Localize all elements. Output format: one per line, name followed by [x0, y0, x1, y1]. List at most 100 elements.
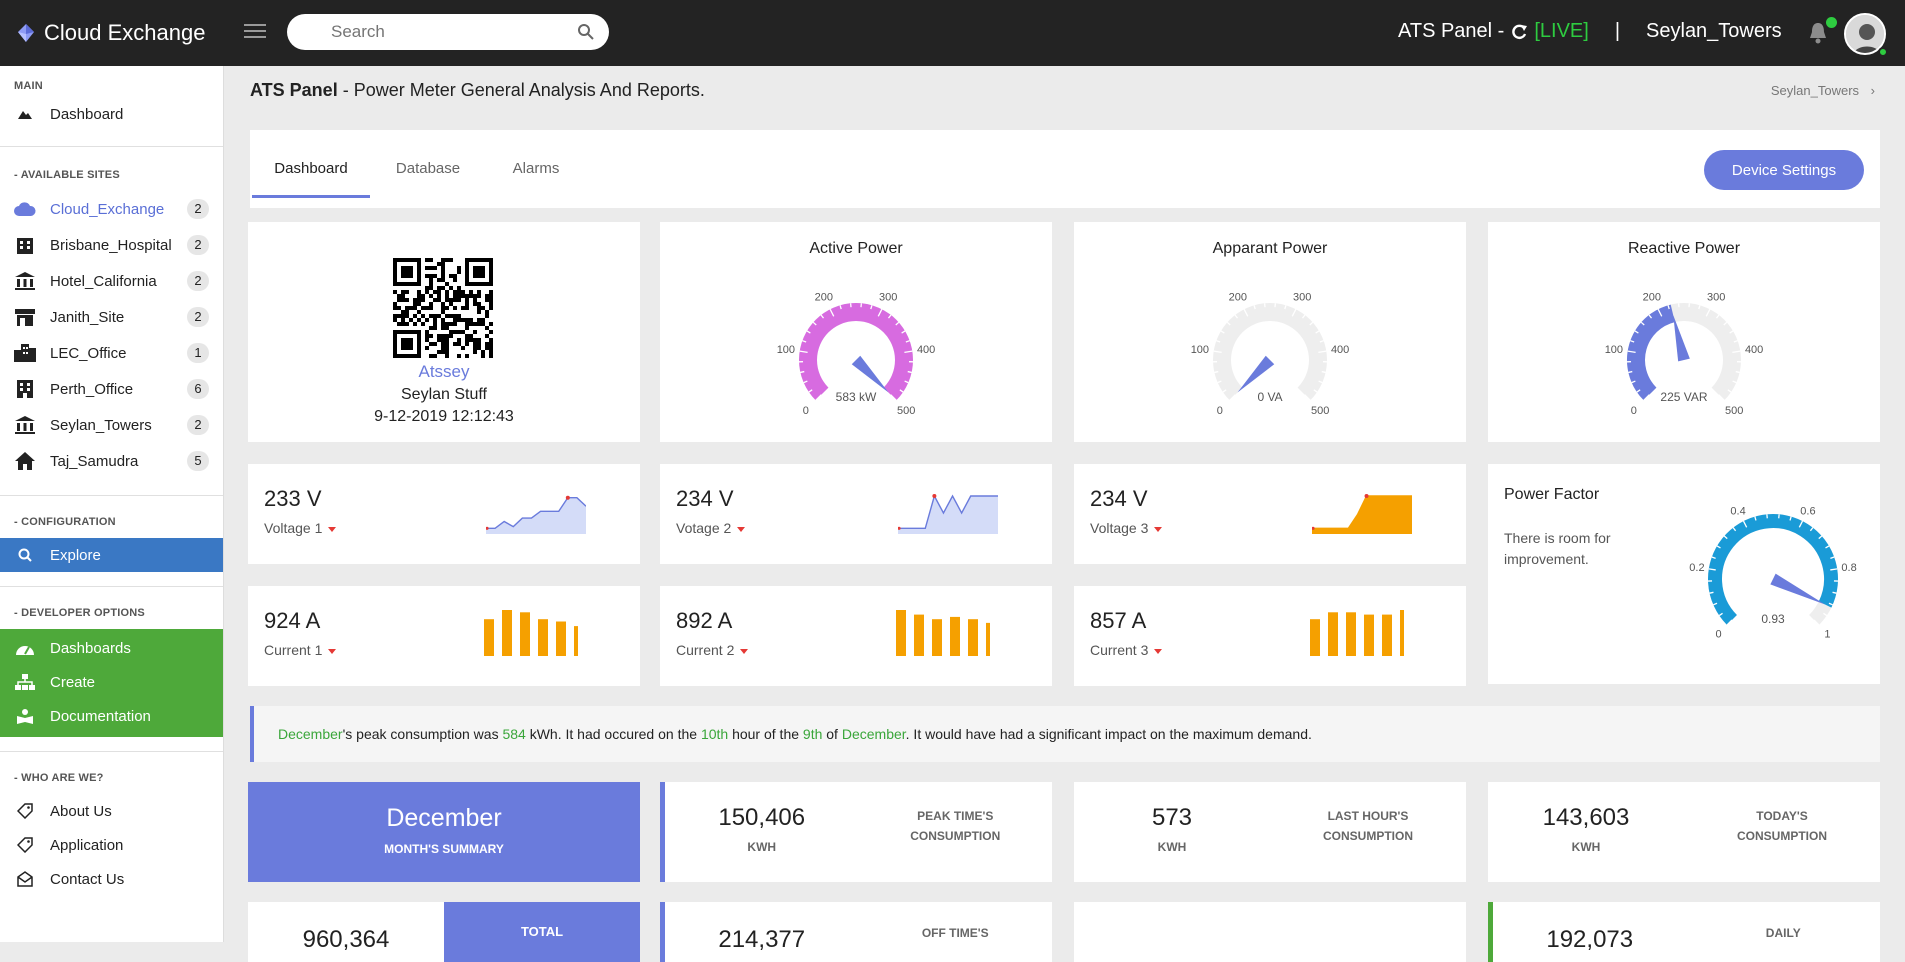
sidebar-item-create[interactable]: Create	[0, 665, 223, 699]
sidebar-item-seylan-towers[interactable]: Seylan_Towers 2	[0, 407, 223, 443]
qr-module	[449, 314, 453, 318]
sidebar-item-label: Dashboards	[50, 640, 131, 657]
voltage-label[interactable]: Voltage 3	[1090, 520, 1162, 536]
qr-module	[469, 322, 473, 326]
voltage-card-3: 234 V Voltage 3	[1074, 464, 1466, 564]
qr-module	[489, 302, 493, 306]
voltage-value: 234 V	[1090, 486, 1148, 512]
qr-module	[401, 290, 405, 294]
search-icon[interactable]	[577, 23, 595, 41]
pf-readout: 0.93	[1761, 612, 1785, 626]
sidebar-item-contact[interactable]: Contact Us	[0, 862, 223, 896]
search-input[interactable]	[331, 22, 595, 42]
sidebar-item-application[interactable]: Application	[0, 828, 223, 862]
qr-module	[425, 330, 429, 334]
voltage-label[interactable]: Votage 2	[676, 520, 745, 536]
sidebar-item-dashboards[interactable]: Dashboards	[0, 631, 223, 665]
device-settings-button[interactable]: Device Settings	[1704, 150, 1864, 190]
qr-module	[405, 310, 409, 314]
qr-module	[397, 322, 401, 326]
alert-text: kWh. It had occured on the	[526, 726, 701, 742]
current-bar-chart	[484, 610, 578, 656]
qr-module	[417, 318, 421, 322]
sidebar-item-brisbane-hospital[interactable]: Brisbane_Hospital 2	[0, 227, 223, 263]
current-label[interactable]: Current 3	[1090, 642, 1162, 658]
qr-module	[465, 342, 469, 346]
qr-module	[445, 290, 449, 294]
bell-icon[interactable]	[1808, 22, 1828, 44]
gauge-tick-label: 100	[1605, 344, 1623, 356]
qr-module	[477, 346, 481, 350]
qr-finder-core	[401, 266, 413, 278]
panel-label: ATS Panel -	[1398, 20, 1504, 43]
pf-tick-label: 0.6	[1800, 505, 1815, 517]
qr-module	[473, 298, 477, 302]
qr-module	[433, 290, 437, 294]
tab-alarms[interactable]: Alarms	[486, 130, 586, 208]
current-site[interactable]: Seylan_Towers	[1646, 20, 1782, 43]
device-name[interactable]: Atssey	[248, 362, 640, 382]
qr-module	[445, 306, 449, 310]
tab-dashboard[interactable]: Dashboard	[252, 140, 370, 198]
qr-module	[437, 314, 441, 318]
breadcrumb-item[interactable]: Seylan_Towers	[1771, 83, 1859, 98]
qr-module	[441, 310, 445, 314]
summary-month-sub: MONTH'S SUMMARY	[248, 842, 640, 856]
summary-label: LAST HOUR'SCONSUMPTION	[1270, 806, 1466, 846]
qr-module	[485, 294, 489, 298]
qr-module	[477, 302, 481, 306]
qr-module	[445, 342, 449, 346]
qr-module	[429, 286, 433, 290]
qr-module	[405, 298, 409, 302]
sidebar-item-explore[interactable]: Explore	[0, 538, 223, 572]
qr-module	[413, 314, 417, 318]
qr-module	[425, 318, 429, 322]
summary-value: 573	[1074, 804, 1270, 832]
alert-kwh: 584	[502, 726, 525, 742]
refresh-icon[interactable]	[1510, 23, 1528, 41]
sidebar-item-perth-office[interactable]: Perth_Office 6	[0, 371, 223, 407]
qr-module	[453, 306, 457, 310]
gauge-needle	[852, 356, 889, 393]
gauge-tick-label: 0	[1217, 405, 1223, 417]
qr-finder-core	[401, 338, 413, 350]
qr-module	[421, 298, 425, 302]
summary-value: 150,406	[665, 804, 859, 832]
qr-module	[441, 318, 445, 322]
menu-toggle-icon[interactable]	[244, 22, 266, 40]
voltage-label-text: Voltage 1	[264, 520, 322, 536]
qr-module	[461, 294, 465, 298]
sidebar-item-label: Documentation	[50, 708, 151, 725]
qr-module	[401, 322, 405, 326]
qr-module	[465, 298, 469, 302]
qr-module	[417, 290, 421, 294]
qr-module	[453, 298, 457, 302]
voltage-label[interactable]: Voltage 1	[264, 520, 336, 536]
current-label[interactable]: Current 1	[264, 642, 336, 658]
sidebar-item-janith-site[interactable]: Janith_Site 2	[0, 299, 223, 335]
summary-label: PEAK TIME'SCONSUMPTION	[859, 806, 1053, 846]
sparkline-max-point	[566, 496, 570, 500]
qr-module	[465, 354, 469, 358]
tab-database[interactable]: Database	[370, 130, 486, 208]
qr-module	[409, 318, 413, 322]
sidebar-item-taj-samudra[interactable]: Taj_Samudra 5	[0, 443, 223, 479]
qr-module	[489, 298, 493, 302]
sidebar-item-dashboard[interactable]: Dashboard	[0, 96, 223, 132]
qr-module	[425, 258, 429, 262]
qr-module	[473, 350, 477, 354]
qr-module	[489, 338, 493, 342]
current-label[interactable]: Current 2	[676, 642, 748, 658]
current-value: 857 A	[1090, 608, 1146, 634]
breadcrumb[interactable]: Seylan_Towers ›	[1771, 83, 1875, 98]
qr-module	[457, 298, 461, 302]
sidebar-item-cloud-exchange[interactable]: Cloud_Exchange 2	[0, 191, 223, 227]
sidebar-item-documentation[interactable]: Documentation	[0, 699, 223, 733]
gauge-tick-label: 100	[777, 344, 795, 356]
sidebar-item-about[interactable]: About Us	[0, 794, 223, 828]
sidebar-item-lec-office[interactable]: LEC_Office 1	[0, 335, 223, 371]
sidebar-item-hotel-california[interactable]: Hotel_California 2	[0, 263, 223, 299]
brand[interactable]: Cloud Exchange	[18, 20, 205, 46]
voltage-label-text: Votage 2	[676, 520, 731, 536]
gauge-card-active-power: Active Power 0100200300400500 583 kW	[660, 222, 1052, 442]
